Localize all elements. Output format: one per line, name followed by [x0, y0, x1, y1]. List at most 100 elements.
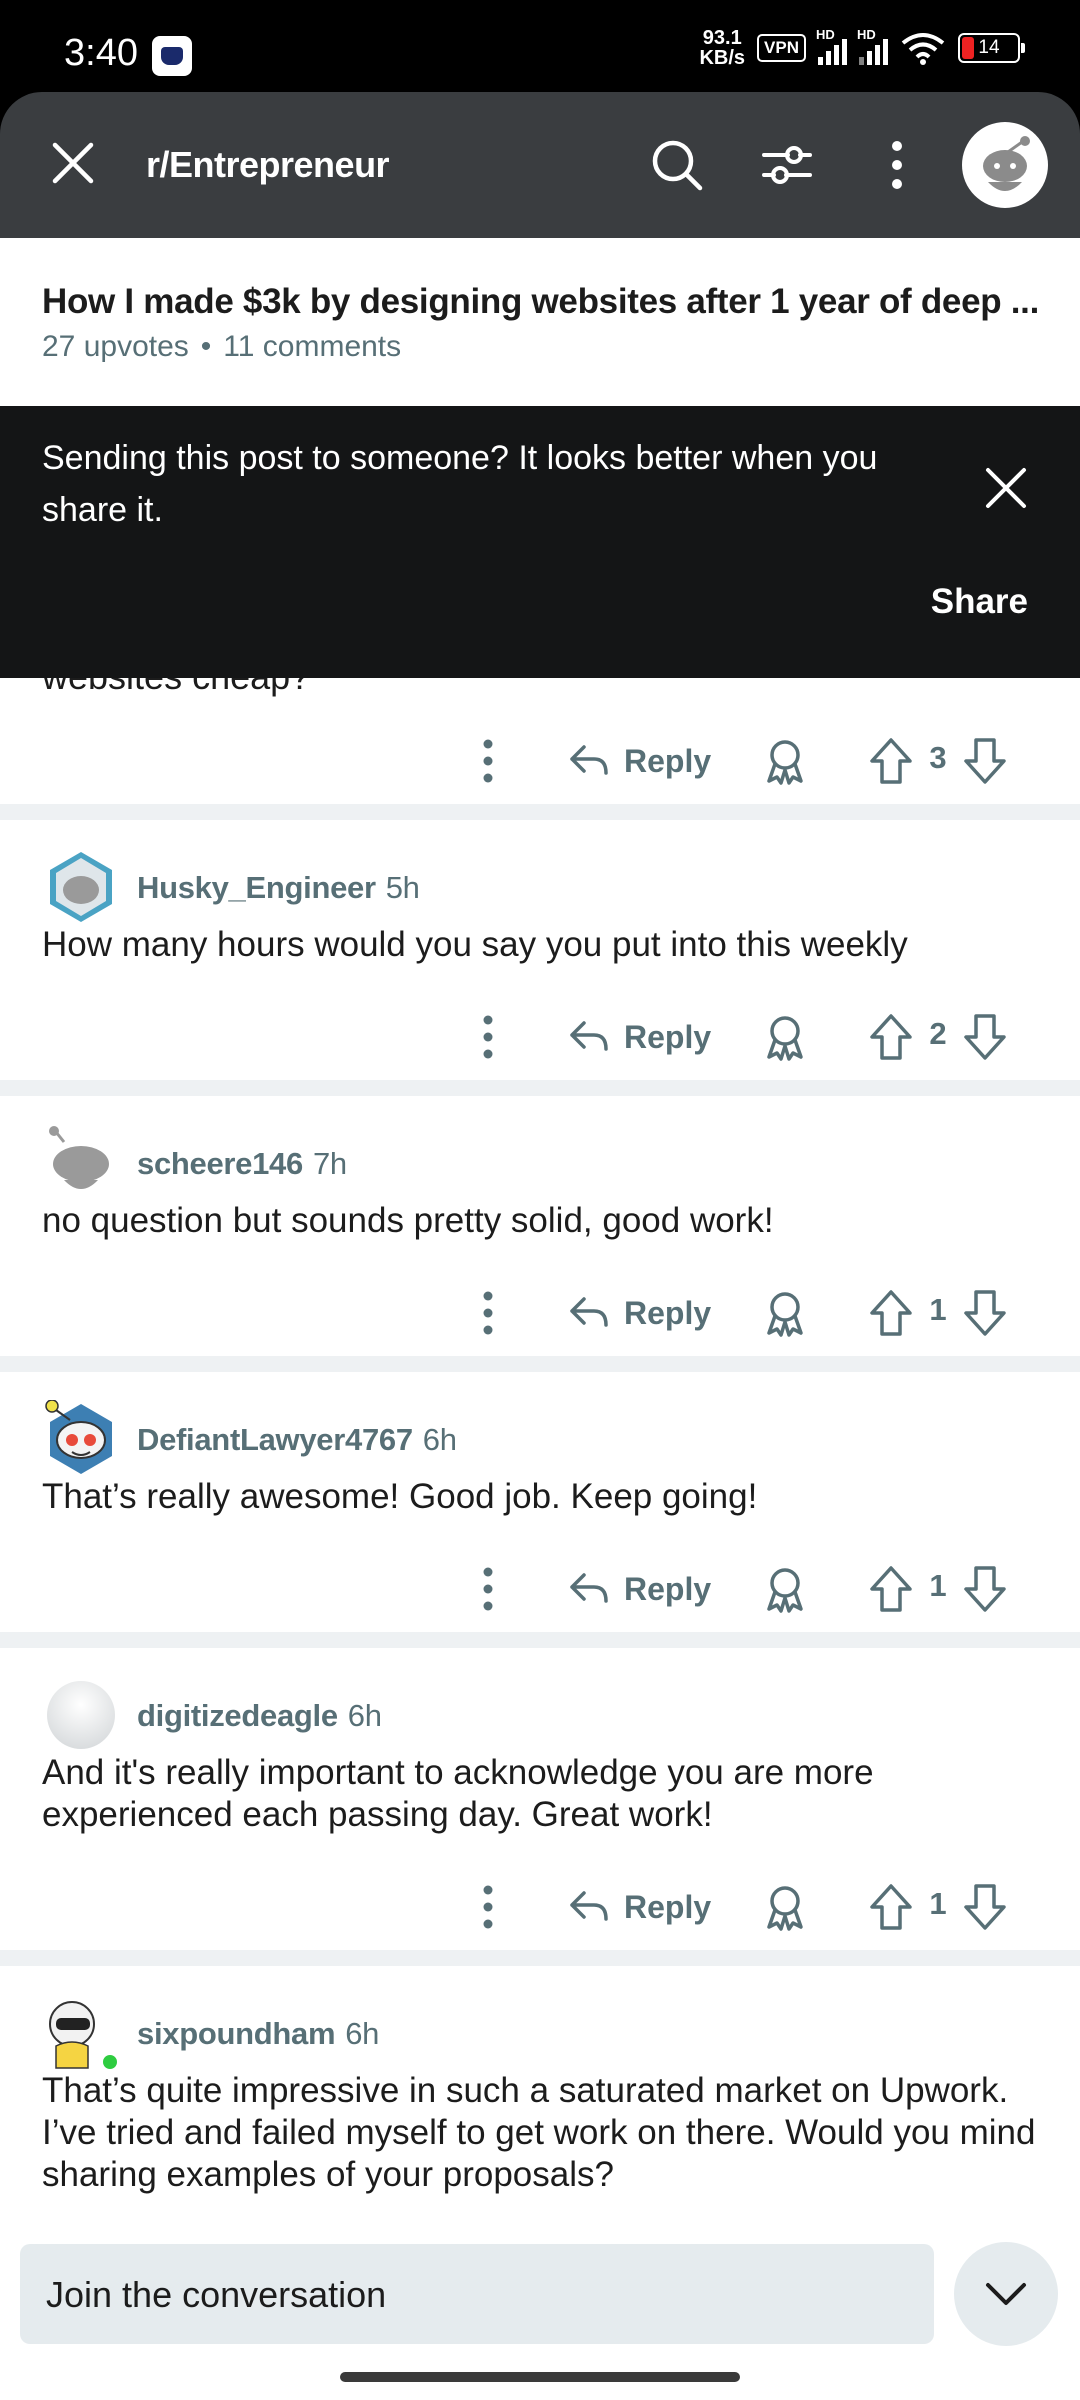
more-options-icon[interactable] [470, 1564, 506, 1614]
vote-count: 2 [929, 1016, 947, 1051]
collapse-button[interactable] [954, 2242, 1058, 2346]
toast-close-button[interactable] [966, 448, 1046, 528]
share-button[interactable]: Share [931, 582, 1028, 622]
reply-icon [570, 745, 608, 775]
reply-label: Reply [624, 1888, 712, 1925]
comment-time: 6h [422, 1422, 457, 1457]
more-options-icon[interactable] [470, 1012, 506, 1062]
award-icon[interactable] [760, 1882, 810, 1932]
downvote-icon[interactable] [960, 734, 1010, 788]
comment-body: That’s quite impressive in such a satura… [42, 2071, 1036, 2194]
reply-icon [570, 1573, 608, 1603]
downvote-icon[interactable] [960, 1010, 1010, 1064]
user-avatar-button[interactable] [962, 122, 1048, 208]
comment-separator [0, 1950, 1080, 1966]
vote-count: 1 [929, 1886, 947, 1921]
search-button[interactable] [640, 128, 714, 202]
comment-separator [0, 1356, 1080, 1372]
more-options-icon[interactable] [470, 736, 506, 786]
status-indicators: 93.1 KB/s VPN HD HD 14 [699, 27, 1025, 69]
more-options-icon[interactable] [470, 1882, 506, 1932]
home-indicator[interactable] [340, 2372, 740, 2382]
reply-label: Reply [624, 1018, 712, 1055]
sort-filter-button[interactable] [750, 128, 824, 202]
upvote-icon[interactable] [866, 1010, 916, 1064]
comment-body: How many hours would you say you put int… [42, 925, 908, 964]
reply-label: Reply [624, 1570, 712, 1607]
comment-body: no question but sounds pretty solid, goo… [42, 1201, 774, 1240]
comment-author[interactable]: Husky_Engineer 5h [137, 870, 420, 906]
upvote-icon[interactable] [866, 1286, 916, 1340]
reply-button[interactable]: Reply [568, 1562, 711, 1616]
post-header[interactable]: How I made $3k by designing websites aft… [0, 238, 1080, 408]
comment-time: 5h [385, 870, 420, 905]
award-icon[interactable] [760, 1564, 810, 1614]
share-toast: Sending this post to someone? It looks b… [0, 406, 1080, 678]
upvote-icon[interactable] [866, 1562, 916, 1616]
reply-button[interactable]: Reply [568, 1286, 711, 1340]
more-options-button[interactable] [860, 128, 934, 202]
battery-icon: 14 [958, 33, 1025, 63]
vote-count: 1 [929, 1568, 947, 1603]
award-icon[interactable] [760, 1012, 810, 1062]
upvote-icon[interactable] [866, 1880, 916, 1934]
user-avatar-icon [49, 2001, 119, 2071]
comment-separator [0, 1632, 1080, 1648]
comment-time: 6h [345, 2016, 380, 2051]
filter-icon [762, 146, 812, 184]
reply-icon [570, 1021, 608, 1051]
signal-icon-2: HD [857, 27, 888, 65]
close-icon [52, 142, 94, 184]
award-icon[interactable] [760, 736, 810, 786]
comment-body: That’s really awesome! Good job. Keep go… [42, 1477, 758, 1516]
reply-label: Reply [624, 1294, 712, 1331]
downvote-icon[interactable] [960, 1562, 1010, 1616]
downvote-icon[interactable] [960, 1286, 1010, 1340]
comment-count: 11 comments [223, 330, 402, 363]
status-time: 3:40 [64, 32, 138, 74]
reply-button[interactable]: Reply [568, 1010, 711, 1064]
chevron-down-icon [986, 2283, 1026, 2305]
vote-count: 1 [929, 1292, 947, 1327]
signal-icon: HD [816, 27, 847, 65]
comment-actions: Reply 1 [0, 1278, 1080, 1348]
comment-actions: Reply 3 [0, 726, 1080, 796]
composer-bar: Join the conversation [0, 2226, 1080, 2350]
reply-button[interactable]: Reply [568, 734, 711, 788]
more-options-icon[interactable] [470, 1288, 506, 1338]
toast-message: Sending this post to someone? It looks b… [42, 439, 878, 529]
comment-author[interactable]: DefiantLawyer4767 6h [137, 1422, 457, 1458]
search-icon [652, 140, 703, 191]
comment-time: 6h [347, 1698, 382, 1733]
comment-author[interactable]: scheere146 7h [137, 1146, 347, 1182]
reply-icon [570, 1891, 608, 1921]
reply-label: Reply [624, 742, 712, 779]
more-vertical-icon [892, 141, 902, 189]
user-avatar-icon [47, 1681, 115, 1749]
reply-button[interactable]: Reply [568, 1880, 711, 1934]
comment-author[interactable]: sixpoundham 6h [137, 2016, 379, 2052]
downvote-icon[interactable] [960, 1880, 1010, 1934]
comment-separator [0, 804, 1080, 820]
comment-actions: Reply 2 [0, 1002, 1080, 1072]
award-icon[interactable] [760, 1288, 810, 1338]
subreddit-name[interactable]: r/Entrepreneur [146, 144, 390, 186]
post-meta: 27 upvotes • 11 comments [42, 330, 402, 363]
upvote-icon[interactable] [866, 734, 916, 788]
user-avatar-icon [50, 852, 112, 922]
close-button[interactable] [38, 128, 108, 198]
avatar-icon [983, 136, 1030, 191]
network-speed: 93.1 KB/s [699, 27, 746, 69]
app-bar: r/Entrepreneur [0, 92, 1080, 238]
comment-author[interactable]: digitizedeagle 6h [137, 1698, 382, 1734]
app-notification-icon [152, 36, 192, 76]
user-avatar-icon [49, 1126, 109, 1189]
reply-icon [570, 1297, 608, 1327]
comment-time: 7h [312, 1146, 347, 1181]
vpn-icon: VPN [757, 34, 806, 62]
user-avatar-icon [45, 1400, 112, 1474]
wifi-icon [901, 33, 945, 65]
join-conversation-input[interactable]: Join the conversation [20, 2244, 934, 2344]
comments-list[interactable]: websites cheap? Reply 3 Husky_Engineer5h… [0, 678, 1080, 2238]
upvote-count: 27 upvotes [42, 330, 189, 363]
